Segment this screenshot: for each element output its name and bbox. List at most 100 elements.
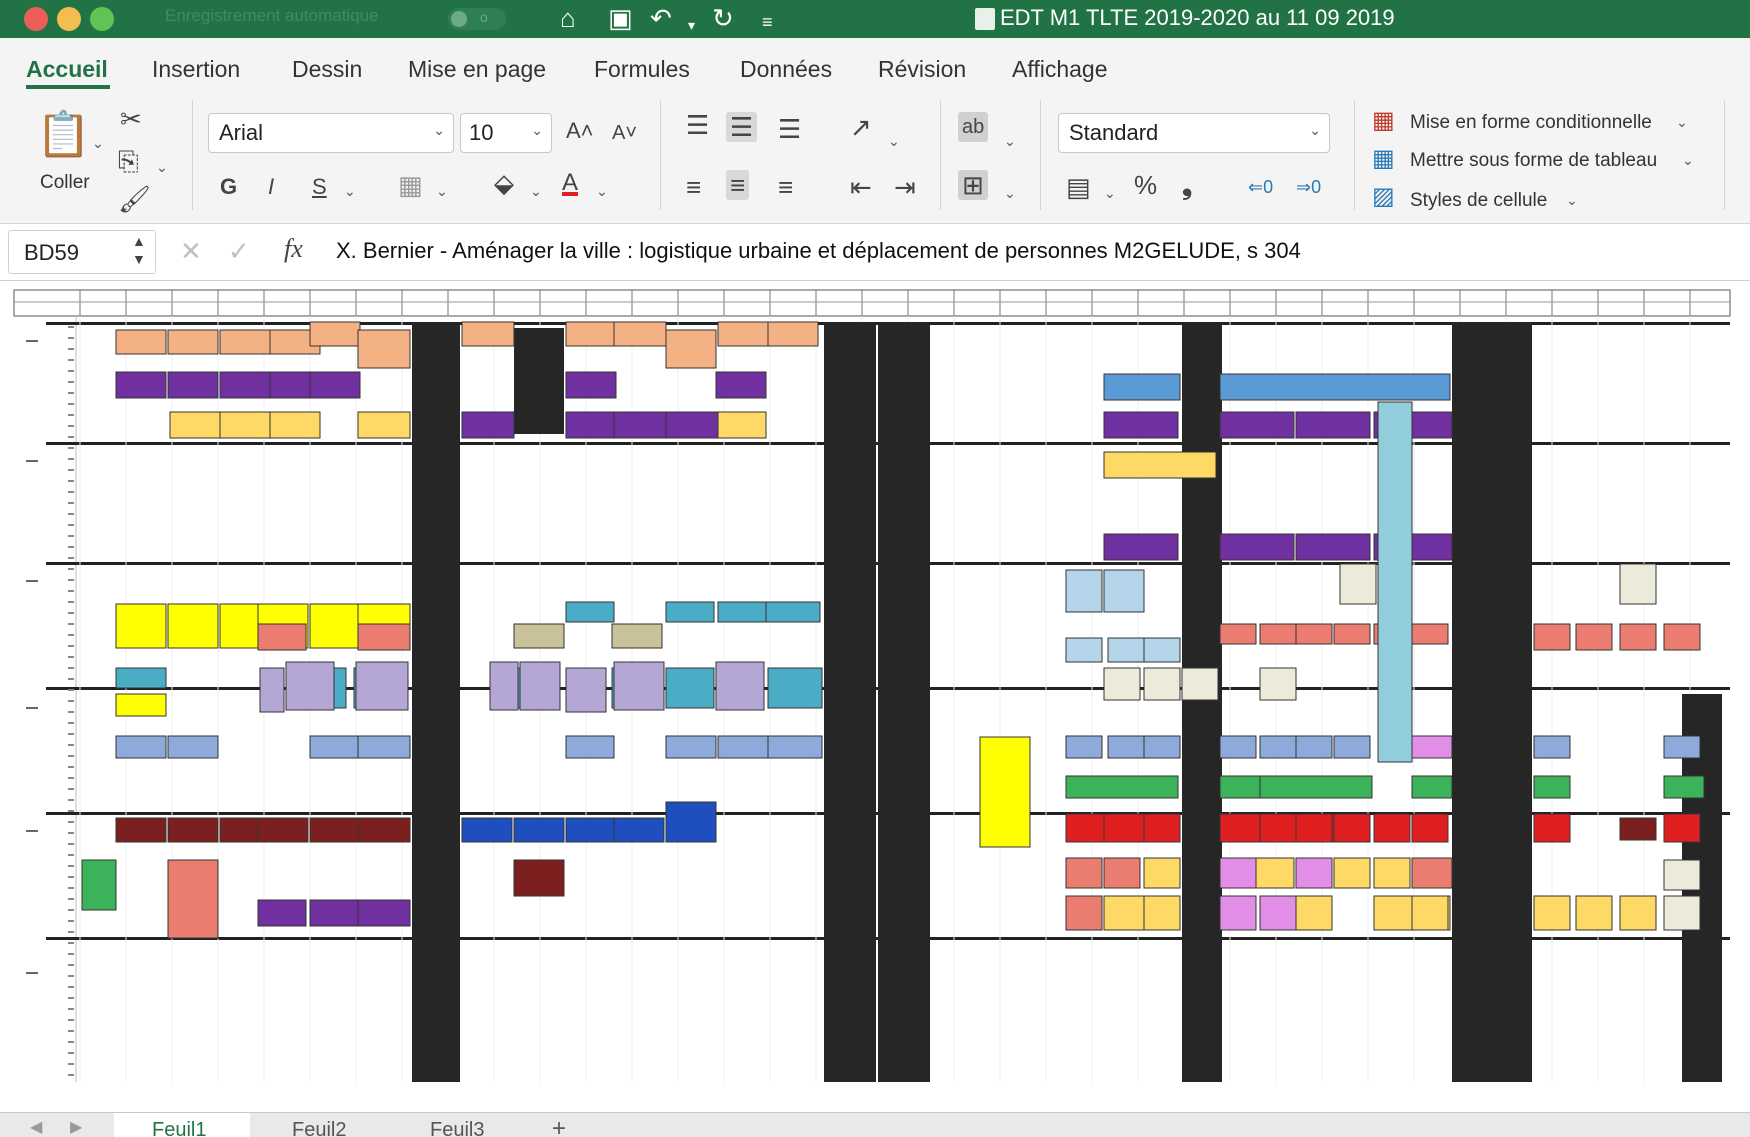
tab-formules[interactable]: Formules [594, 56, 690, 83]
orientation-icon[interactable]: ↗ [850, 112, 872, 142]
increase-indent-icon[interactable]: ⇥ [894, 172, 916, 202]
tab-insertion[interactable]: Insertion [152, 56, 240, 83]
cut-icon[interactable]: ✂ [120, 104, 142, 134]
align-right-icon[interactable]: ≡ [778, 172, 793, 202]
sheet-tab-feuil2[interactable]: Feuil2 [292, 1119, 346, 1137]
class-block-yellow [115, 603, 167, 649]
class-block-teal [115, 667, 167, 689]
class-block-pink [1259, 895, 1297, 931]
align-middle-icon[interactable]: ☰ [726, 112, 758, 142]
font-size-select[interactable]: 10 ⌄ [460, 113, 552, 153]
align-left-icon[interactable]: ≡ [686, 172, 701, 202]
orientation-dropdown-icon[interactable]: ⌄ [888, 126, 900, 156]
undo-dropdown-icon[interactable]: ▾ [688, 10, 695, 40]
font-name-select[interactable]: Arial ⌄ [208, 113, 454, 153]
borders-icon[interactable]: ▦ [398, 170, 423, 200]
close-window-icon[interactable] [24, 7, 48, 31]
italic-button[interactable]: I [268, 172, 274, 202]
save-icon[interactable]: ▣ [608, 3, 633, 33]
chevron-down-icon[interactable]: ⌄ [1676, 114, 1688, 131]
cancel-entry-icon[interactable]: ✕ [180, 236, 202, 266]
decrease-decimal-icon[interactable]: ⇒0 [1296, 172, 1321, 202]
insert-function-button[interactable]: fx [284, 234, 303, 264]
underline-button[interactable]: S [312, 172, 327, 202]
conditional-format-button[interactable]: Mise en forme conditionnelle [1410, 112, 1652, 134]
minimize-window-icon[interactable] [57, 7, 81, 31]
autosave-toggle[interactable]: o [448, 8, 506, 30]
percent-button[interactable]: % [1134, 170, 1157, 200]
class-block-green [1533, 775, 1571, 799]
class-block-paleblue [1107, 637, 1145, 663]
decrease-font-icon[interactable]: A˅ [612, 118, 637, 148]
confirm-entry-icon[interactable]: ✓ [228, 236, 250, 266]
next-sheet-icon[interactable]: ▶ [70, 1117, 82, 1137]
align-top-icon[interactable]: ☰ [686, 110, 709, 140]
chevron-down-icon[interactable]: ⌄ [1566, 192, 1578, 209]
format-table-button[interactable]: Mettre sous forme de tableau [1410, 150, 1657, 172]
borders-dropdown-icon[interactable]: ⌄ [436, 176, 448, 206]
fill-dropdown-icon[interactable]: ⌄ [530, 176, 542, 206]
class-block-darkred [257, 817, 309, 843]
tab-donnees[interactable]: Données [740, 56, 832, 83]
comma-style-button[interactable]: ❟ [1182, 170, 1192, 200]
class-block-purple [1411, 411, 1453, 439]
copy-dropdown-icon[interactable]: ⌄ [156, 152, 168, 182]
increase-decimal-icon[interactable]: ⇐0 [1248, 172, 1273, 202]
tab-revision[interactable]: Révision [878, 56, 966, 83]
paste-dropdown-icon[interactable]: ⌄ [92, 128, 104, 158]
class-block-orange [357, 329, 411, 369]
day-label-mark [26, 830, 38, 832]
wrap-dropdown-icon[interactable]: ⌄ [1004, 126, 1016, 156]
tab-affichage[interactable]: Affichage [1012, 56, 1107, 83]
class-block-salmon [257, 623, 307, 651]
home-icon[interactable]: ⌂ [560, 3, 576, 33]
customize-toolbar-icon[interactable]: ≡ [762, 7, 773, 37]
copy-icon[interactable]: ⎘ [118, 146, 139, 176]
timetable-grid[interactable] [0, 282, 1750, 1112]
underline-dropdown-icon[interactable]: ⌄ [344, 176, 356, 206]
format-painter-icon[interactable]: 🖌 [118, 184, 151, 214]
redo-icon[interactable]: ↻ [712, 3, 734, 33]
class-block-lavender [565, 667, 607, 713]
fill-color-icon[interactable]: ⬙ [494, 168, 514, 198]
previous-sheet-icon[interactable]: ◀ [30, 1117, 42, 1137]
font-color-dropdown-icon[interactable]: ⌄ [596, 176, 608, 206]
bold-button[interactable]: G [220, 172, 237, 202]
merge-cells-icon[interactable]: ⊞ [958, 170, 988, 200]
add-sheet-button[interactable]: + [552, 1115, 566, 1137]
number-format-select[interactable]: Standard ⌄ [1058, 113, 1330, 153]
paste-icon[interactable]: 📋 [36, 110, 91, 160]
tab-mise-en-page[interactable]: Mise en page [408, 56, 546, 83]
undo-icon[interactable]: ↶ [650, 3, 672, 33]
excel-document-icon [975, 8, 995, 30]
zoom-window-icon[interactable] [90, 7, 114, 31]
name-box-stepper-icon[interactable]: ▲ ▼ [132, 232, 146, 268]
class-block-purple [357, 899, 411, 927]
accounting-dropdown-icon[interactable]: ⌄ [1104, 178, 1116, 208]
class-block-red [1663, 813, 1701, 843]
chevron-down-icon[interactable]: ⌄ [1682, 152, 1694, 169]
row-label-mark [68, 1030, 74, 1032]
class-block-teal [665, 601, 715, 623]
class-block-orange [461, 321, 515, 347]
row-label-mark [68, 810, 74, 812]
align-center-icon[interactable]: ≡ [726, 170, 750, 200]
align-bottom-icon[interactable]: ☰ [778, 114, 801, 144]
tab-dessin[interactable]: Dessin [292, 56, 362, 83]
accounting-format-icon[interactable]: ▤ [1066, 172, 1091, 202]
decrease-indent-icon[interactable]: ⇤ [850, 172, 872, 202]
spreadsheet-grid[interactable] [0, 282, 1750, 1112]
cell-styles-button[interactable]: Styles de cellule [1410, 190, 1547, 212]
row-label-mark [68, 458, 74, 460]
sheet-tab-feuil3[interactable]: Feuil3 [430, 1119, 484, 1137]
formula-input[interactable]: X. Bernier - Aménager la ville : logisti… [336, 238, 1301, 264]
tab-accueil[interactable]: Accueil [26, 56, 108, 83]
wrap-text-icon[interactable]: ab [958, 112, 989, 142]
row-label-mark [68, 590, 74, 592]
font-color-icon[interactable]: A [562, 168, 578, 198]
row-label-mark [68, 887, 74, 889]
increase-font-icon[interactable]: A˄ [566, 116, 594, 146]
blocked-column [412, 322, 460, 1082]
merge-dropdown-icon[interactable]: ⌄ [1004, 178, 1016, 208]
sheet-tab-feuil1[interactable]: Feuil1 [152, 1119, 206, 1137]
